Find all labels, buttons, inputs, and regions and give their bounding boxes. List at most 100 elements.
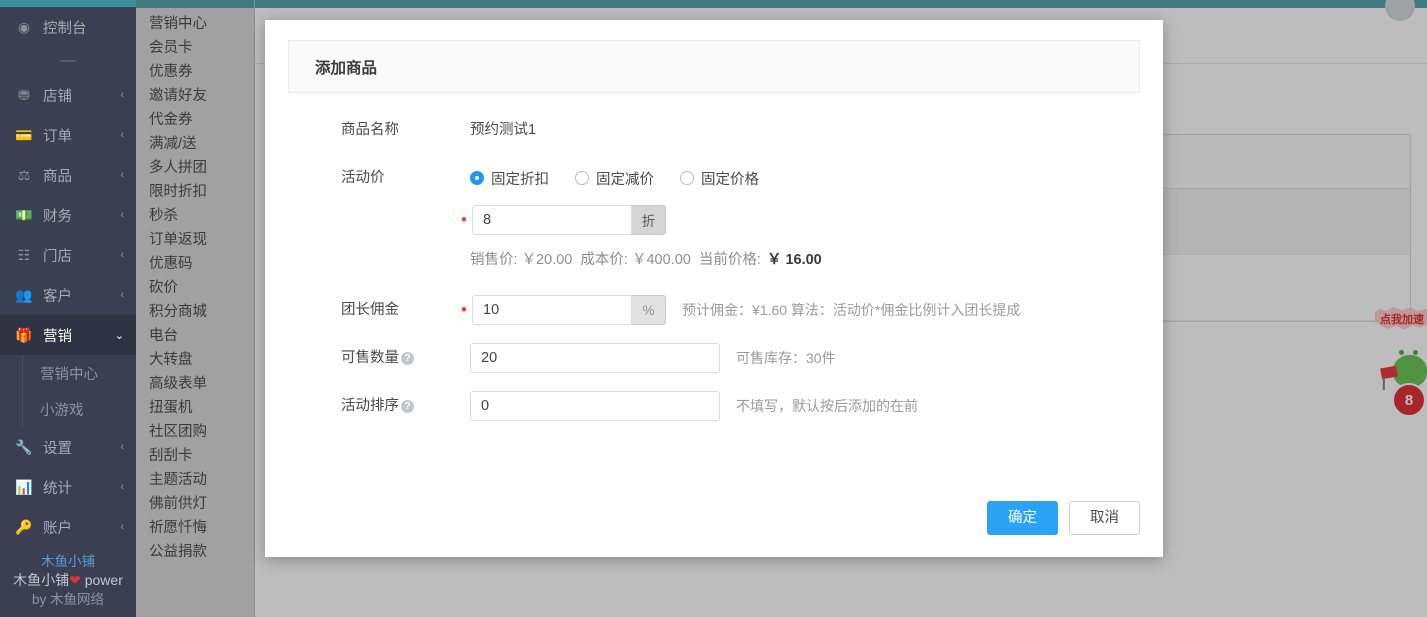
sidebar-item-goods[interactable]: ⚖ 商品 ‹	[0, 155, 136, 195]
help-icon[interactable]: ?	[401, 400, 414, 413]
sidebar-item-label: 订单	[43, 128, 72, 145]
sidebar-shop-link[interactable]: 木鱼小铺	[6, 552, 130, 571]
sidebar-item-orders[interactable]: 💳 订单 ‹	[0, 115, 136, 155]
sidebar-item-label: 账户	[43, 520, 72, 537]
store-icon: ☷	[17, 247, 31, 263]
radio-dot-icon	[680, 171, 694, 185]
radio-label: 固定折扣	[491, 171, 549, 188]
chevron-left-icon: ‹	[120, 441, 124, 453]
cost-price-label: 成本价:	[580, 252, 628, 268]
sidebar-item-label: 商品	[43, 168, 72, 185]
sidebar-byline: by 木鱼网络	[6, 590, 130, 609]
chevron-left-icon: ‹	[120, 521, 124, 533]
sidebar-item-dashboard[interactable]: ◉ 控制台	[0, 7, 136, 47]
form-row-activity-price-type: 活动价 固定折扣 固定减价 固定价格	[288, 163, 1140, 193]
marketing-icon: 🎁	[15, 327, 33, 343]
sidebar-item-finance[interactable]: 💵 财务 ‹	[0, 195, 136, 235]
finance-icon: 💵	[15, 207, 33, 223]
chevron-left-icon: ‹	[120, 249, 124, 261]
label-product-name: 商品名称	[341, 122, 399, 138]
chevron-down-icon: ⌄	[114, 329, 124, 342]
chevron-left-icon: ‹	[120, 289, 124, 301]
sort-order-hint: 不填写，默认按后添加的在前	[736, 398, 918, 414]
radio-dot-icon	[470, 171, 484, 185]
byline-prefix: by	[31, 592, 50, 607]
sidebar-subitem-marketing-center[interactable]: 营销中心	[40, 355, 136, 391]
cancel-button[interactable]: 取消	[1069, 501, 1140, 535]
sort-order-input[interactable]	[470, 391, 720, 421]
sidebar-subitem-minigames[interactable]: 小游戏	[40, 391, 136, 427]
label-text: 可售数量	[341, 350, 399, 366]
sidebar-item-label: 客户	[43, 288, 72, 305]
chevron-left-icon: ‹	[120, 169, 124, 181]
commission-unit-addon: %	[632, 295, 666, 325]
radio-fixed-discount[interactable]: 固定折扣	[470, 168, 549, 189]
label-commission: 团长佣金	[341, 302, 399, 318]
discount-input[interactable]	[472, 205, 632, 235]
power-prefix: 木鱼小铺	[13, 572, 70, 588]
add-product-modal: 添加商品 商品名称 预约测试1 活动价 固定折扣 固定减价 固定价格 • 8 折…	[265, 20, 1163, 557]
sellable-qty-hint: 可售库存：30件	[736, 350, 836, 366]
radio-fixed-price[interactable]: 固定价格	[680, 168, 759, 189]
control-sellable-qty: 可售库存：30件	[470, 343, 1140, 373]
sidebar-divider	[0, 47, 136, 75]
sidebar-footer: 木鱼小铺 木鱼小铺❤ power by 木鱼网络	[0, 552, 136, 617]
radio-label: 固定价格	[701, 171, 759, 188]
form-row-price-info: 销售价: ￥20.00 成本价: ￥400.00 当前价格: ￥ 16.00	[288, 245, 1140, 275]
control-product-name: 预约测试1	[470, 115, 1140, 145]
sidebar-submenu-marketing: 营销中心 小游戏	[0, 355, 136, 427]
modal-title: 添加商品	[315, 59, 378, 77]
sidebar-item-statistics[interactable]: 📊 统计 ‹	[0, 467, 136, 507]
sellable-qty-input[interactable]	[470, 343, 720, 373]
sidebar-item-label: 设置	[43, 440, 72, 457]
primary-sidebar: ◉ 控制台 ⛃ 店铺 ‹ 💳 订单 ‹ ⚖ 商品 ‹ 💵 财务 ‹ ☷ 门店 ‹…	[0, 0, 136, 617]
value-product-name: 预约测试1	[470, 122, 537, 138]
sidebar-item-label: 控制台	[43, 20, 87, 37]
app-root: ◉ 控制台 ⛃ 店铺 ‹ 💳 订单 ‹ ⚖ 商品 ‹ 💵 财务 ‹ ☷ 门店 ‹…	[0, 0, 1427, 617]
modal-header: 添加商品	[288, 40, 1140, 93]
sidebar-item-label: 门店	[43, 248, 72, 265]
control-activity-price-type: 固定折扣 固定减价 固定价格	[470, 163, 1140, 193]
commission-hint: 预计佣金：¥1.60 算法：活动价*佣金比例计入团长提成	[682, 302, 1021, 318]
modal-inner: 添加商品 商品名称 预约测试1 活动价 固定折扣 固定减价 固定价格 • 8 折…	[265, 20, 1163, 501]
sidebar-item-settings[interactable]: 🔧 设置 ‹	[0, 427, 136, 467]
sidebar-item-marketing[interactable]: 🎁 营销 ⌄	[0, 315, 136, 355]
control-commission: • % 预计佣金：¥1.60 算法：活动价*佣金比例计入团长提成	[461, 295, 1140, 325]
sale-price-label: 销售价:	[470, 252, 518, 268]
settings-icon: 🔧	[15, 439, 33, 455]
help-icon[interactable]: ?	[401, 352, 414, 365]
required-marker: •	[461, 300, 467, 319]
label-text: 活动排序	[341, 398, 399, 414]
control-discount-input: • 折	[461, 205, 1140, 235]
sidebar-item-account[interactable]: 🔑 账户 ‹	[0, 507, 136, 547]
sidebar-item-shop[interactable]: ⛃ 店铺 ‹	[0, 75, 136, 115]
current-price-value: ￥ 16.00	[766, 252, 822, 268]
customer-icon: 👥	[15, 287, 33, 303]
account-icon: 🔑	[15, 519, 33, 535]
radio-dot-icon	[575, 171, 589, 185]
cost-price-value: ￥400.00	[631, 252, 691, 268]
commission-input[interactable]	[472, 295, 632, 325]
radio-fixed-reduction[interactable]: 固定减价	[575, 168, 654, 189]
sidebar-top-accent	[0, 0, 136, 7]
sidebar-item-label: 财务	[43, 208, 72, 225]
label-sellable-qty: 可售数量?	[288, 343, 470, 373]
confirm-button[interactable]: 确定	[987, 501, 1058, 535]
chevron-left-icon: ‹	[120, 89, 124, 101]
stats-icon: 📊	[15, 479, 33, 495]
sale-price-value: ￥20.00	[521, 252, 573, 268]
form-row-sort-order: 活动排序? 不填写，默认按后添加的在前	[288, 391, 1140, 421]
modal-footer: 确定 取消	[265, 501, 1163, 557]
chevron-left-icon: ‹	[120, 129, 124, 141]
sidebar-item-stores[interactable]: ☷ 门店 ‹	[0, 235, 136, 275]
sidebar-item-label: 店铺	[43, 88, 72, 105]
power-suffix: power	[80, 572, 123, 588]
chevron-left-icon: ‹	[120, 209, 124, 221]
required-marker: •	[461, 210, 467, 229]
byline-company: 木鱼网络	[50, 592, 104, 607]
sidebar-item-customers[interactable]: 👥 客户 ‹	[0, 275, 136, 315]
control-price-info: 销售价: ￥20.00 成本价: ￥400.00 当前价格: ￥ 16.00	[470, 245, 1140, 275]
order-icon: 💳	[15, 127, 33, 143]
shop-icon: ⛃	[18, 87, 30, 103]
heart-icon: ❤	[69, 572, 81, 588]
